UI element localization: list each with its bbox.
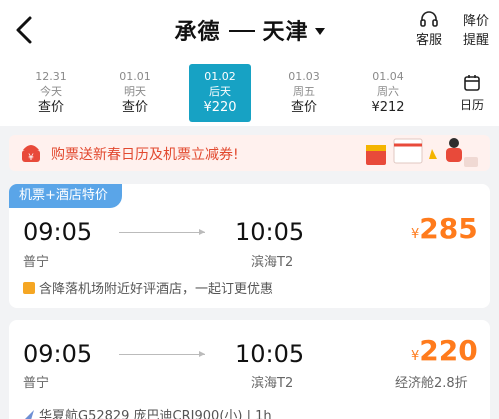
price-alert-label-1: 降价 — [462, 14, 489, 29]
arrive-time: 10:05 — [235, 340, 305, 368]
flight-arrow — [119, 229, 205, 235]
gift-icon: ¥ — [22, 145, 40, 163]
flight-arrow — [119, 351, 205, 357]
airline-logo-icon — [25, 410, 34, 419]
caret-down-icon — [314, 27, 325, 35]
promo-text: 购票送新春日历及机票立减券! — [51, 147, 239, 163]
arrive-airport: 滨海T2 — [251, 376, 294, 391]
depart-airport: 普宁 — [23, 376, 50, 391]
date-value: 01.04 — [372, 70, 404, 83]
top-header: 承德 天津 客服 降价 提醒 — [0, 0, 499, 62]
depart-airport: 普宁 — [23, 255, 50, 270]
date-tab[interactable]: 01.03 周五 查价 — [273, 64, 335, 122]
price-value: 220 — [419, 334, 478, 367]
price-value: 285 — [419, 212, 478, 245]
flight-info-text: 华夏航G52829 庞巴迪CRJ900(小) | 1h — [39, 409, 272, 419]
hotel-icon — [23, 282, 35, 294]
origin-city: 承德 — [174, 20, 221, 45]
date-value: 01.01 — [119, 70, 151, 83]
date-weekday: 周五 — [293, 85, 315, 98]
price-alert-button[interactable]: 降价 提醒 — [458, 12, 494, 50]
depart-time: 09:05 — [23, 218, 93, 246]
headset-icon — [420, 11, 438, 27]
date-weekday: 周六 — [377, 85, 399, 98]
price-alert-label-2: 提醒 — [462, 33, 489, 48]
flight-price: ¥220 — [411, 334, 478, 367]
date-price: ¥212 — [371, 100, 405, 115]
date-tab[interactable]: 12.31 今天 查价 — [20, 64, 82, 122]
cabin-discount: 经济舱2.8折 — [395, 376, 468, 391]
calendar-label: 日历 — [459, 98, 484, 112]
date-tab[interactable]: 01.04 周六 ¥212 — [357, 64, 419, 122]
arrive-time: 10:05 — [235, 218, 305, 246]
hotel-note-text: 含降落机场附近好评酒店，一起订更优惠 — [39, 282, 274, 297]
date-price: ¥220 — [203, 100, 237, 115]
route-dash — [228, 30, 255, 32]
depart-time: 09:05 — [23, 340, 93, 368]
package-tag: 机票+酒店特价 — [9, 184, 122, 208]
promo-illustration-icon — [366, 138, 478, 167]
promo-banner[interactable]: ¥ 购票送新春日历及机票立减券! — [9, 135, 490, 171]
service-label: 客服 — [415, 33, 442, 48]
destination-city: 天津 — [262, 20, 309, 45]
calendar-icon — [464, 75, 480, 91]
date-price: 查价 — [121, 100, 148, 115]
customer-service-button[interactable]: 客服 — [412, 10, 446, 48]
date-price: 查价 — [290, 100, 317, 115]
date-tab[interactable]: 01.01 明天 查价 — [104, 64, 166, 122]
date-value: 01.02 — [204, 70, 236, 83]
calendar-button[interactable]: 日历 — [455, 74, 489, 113]
date-tab-selected[interactable]: 01.02 后天 ¥220 — [189, 64, 251, 122]
hotel-note: 含降落机场附近好评酒店，一起订更优惠 — [23, 278, 273, 297]
arrive-airport: 滨海T2 — [251, 255, 294, 270]
date-weekday: 后天 — [209, 85, 231, 98]
date-price: 查价 — [37, 100, 64, 115]
date-weekday: 明天 — [124, 85, 146, 98]
date-selector: 12.31 今天 查价 01.01 明天 查价 01.02 后天 ¥220 01… — [0, 62, 499, 126]
date-value: 01.03 — [288, 70, 320, 83]
flight-info: 华夏航G52829 庞巴迪CRJ900(小) | 1h — [23, 405, 272, 419]
flight-card[interactable]: 机票+酒店特价 09:05 10:05 普宁 滨海T2 ¥285 含降落机场附近… — [9, 184, 490, 308]
date-weekday: 今天 — [40, 85, 62, 98]
flight-price: ¥285 — [411, 212, 478, 245]
date-value: 12.31 — [35, 70, 67, 83]
flight-card[interactable]: 09:05 10:05 普宁 滨海T2 ¥220 经济舱2.8折 华夏航G528… — [9, 320, 490, 419]
svg-text:¥: ¥ — [28, 153, 34, 163]
